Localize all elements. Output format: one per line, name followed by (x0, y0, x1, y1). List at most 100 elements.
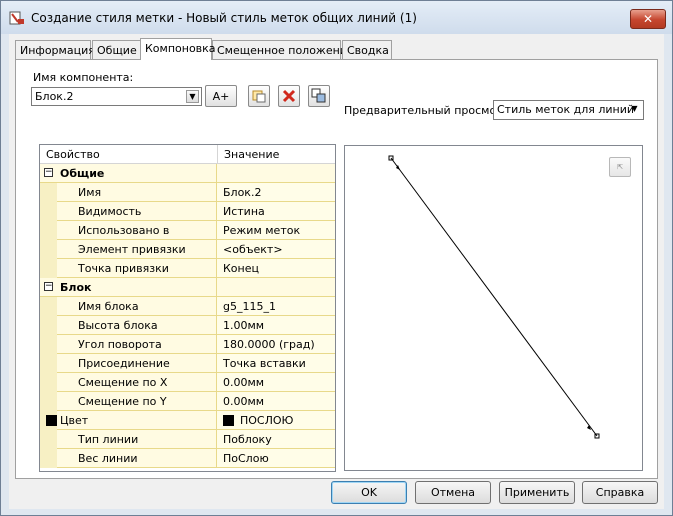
property-category-row[interactable]: − Блок (40, 278, 335, 297)
row-gutter (40, 221, 57, 240)
draw-order-icon (311, 88, 326, 103)
row-gutter (40, 297, 57, 316)
property-value: 180.0000 (град) (223, 338, 315, 351)
apply-button[interactable]: Применить (499, 481, 575, 504)
title-bar[interactable]: Создание стиля метки - Новый стиль меток… (1, 1, 672, 34)
layout-tab-panel: Имя компонента: Блок.2 ▼ A+ Свойство Зна… (15, 59, 658, 479)
collapse-icon[interactable]: − (44, 168, 53, 177)
tab-summary[interactable]: Сводка (342, 40, 392, 59)
window-title: Создание стиля метки - Новый стиль меток… (31, 11, 417, 25)
property-row[interactable]: Смещение по Y 0.00мм (40, 392, 335, 411)
text-add-icon: A+ (212, 90, 230, 103)
tab-offset-position[interactable]: Смещенное положение (212, 40, 354, 59)
property-value: Точка вставки (223, 357, 306, 370)
row-gutter (40, 183, 57, 202)
property-row[interactable]: Использовано в Режим меток (40, 221, 335, 240)
property-row[interactable]: Имя Блок.2 (40, 183, 335, 202)
preview-line (390, 157, 598, 437)
property-value: <объект> (223, 243, 283, 256)
property-value: ПОСЛОЮ (240, 414, 294, 427)
property-row[interactable]: Элемент привязки <объект> (40, 240, 335, 259)
copy-component-icon (252, 90, 266, 103)
property-value: 0.00мм (223, 376, 265, 389)
help-button[interactable]: Справка (582, 481, 658, 504)
property-row[interactable]: Смещение по X 0.00мм (40, 373, 335, 392)
row-gutter (40, 316, 57, 335)
property-name: Вес линии (78, 452, 138, 465)
row-gutter (40, 373, 57, 392)
property-name-cell[interactable] (40, 183, 217, 202)
property-name: Имя блока (78, 300, 139, 313)
property-name: Высота блока (78, 319, 158, 332)
property-row[interactable]: Тип линии Поблоку (40, 430, 335, 449)
row-gutter (40, 259, 57, 278)
tab-general[interactable]: Общие (92, 40, 141, 59)
property-row[interactable]: Точка привязки Конец (40, 259, 335, 278)
draw-order-button[interactable] (308, 85, 330, 107)
tab-info[interactable]: Информация (15, 40, 95, 59)
property-name: Использовано в (78, 224, 170, 237)
dialog-client: Информация Общие Компоновка Смещенное по… (9, 34, 664, 509)
component-name-label: Имя компонента: (33, 71, 134, 84)
property-value: Режим меток (223, 224, 301, 237)
property-name: Смещение по X (78, 376, 168, 389)
preview-pane[interactable]: ⇱ (344, 145, 643, 471)
property-row[interactable]: Имя блока g5_115_1 (40, 297, 335, 316)
app-icon (9, 11, 24, 25)
preview-drawing (388, 155, 600, 439)
chevron-down-icon: ▼ (631, 104, 638, 113)
property-row[interactable]: Видимость Истина (40, 202, 335, 221)
component-name-select[interactable]: Блок.2 ▼ (31, 87, 202, 106)
property-name: Видимость (78, 205, 142, 218)
row-gutter (40, 430, 57, 449)
property-name: Угол поворота (78, 338, 162, 351)
ok-button[interactable]: OK (331, 481, 407, 504)
property-value: 1.00мм (223, 319, 265, 332)
property-value: Конец (223, 262, 259, 275)
column-value[interactable]: Значение (224, 148, 279, 161)
property-name: Тип линии (78, 433, 139, 446)
row-gutter (40, 335, 57, 354)
row-gutter (40, 240, 57, 259)
column-property[interactable]: Свойство (46, 148, 100, 161)
close-button[interactable]: ✕ (630, 9, 666, 29)
delete-icon (282, 89, 296, 103)
property-name: Точка привязки (78, 262, 169, 275)
property-category-row[interactable]: − Общие (40, 164, 335, 183)
preview-mode-value: Стиль меток для линий (497, 103, 635, 116)
property-value: Блок.2 (223, 186, 262, 199)
property-value: 0.00мм (223, 395, 265, 408)
property-value: Поблоку (223, 433, 272, 446)
property-row[interactable]: Цвет ПОСЛОЮ (40, 411, 335, 430)
preview-mode-select[interactable]: Стиль меток для линий ▼ (493, 100, 644, 120)
dialog-window: Создание стиля метки - Новый стиль меток… (0, 0, 673, 516)
property-value: Истина (223, 205, 265, 218)
tab-layout[interactable]: Компоновка (140, 38, 216, 60)
property-value-cell[interactable] (217, 164, 335, 183)
row-gutter (40, 449, 57, 468)
property-value: ПоСлою (223, 452, 269, 465)
add-component-button[interactable]: A+ (205, 85, 237, 107)
row-gutter (40, 392, 57, 411)
property-grid-header: Свойство Значение (40, 145, 335, 164)
column-separator[interactable] (217, 145, 218, 163)
collapse-icon[interactable]: − (44, 282, 53, 291)
property-name: Имя (78, 186, 102, 199)
preview-label: Предварительный просмотр (344, 104, 510, 117)
chevron-down-icon: ▼ (186, 90, 199, 103)
property-name: Смещение по Y (78, 395, 167, 408)
property-row[interactable]: Высота блока 1.00мм (40, 316, 335, 335)
color-swatch-icon (46, 415, 57, 426)
property-row[interactable]: Вес линии ПоСлою (40, 449, 335, 468)
property-row[interactable]: Угол поворота 180.0000 (град) (40, 335, 335, 354)
property-value-cell[interactable] (217, 278, 335, 297)
property-name: Присоединение (78, 357, 170, 370)
delete-component-button[interactable] (278, 85, 300, 107)
cancel-button[interactable]: Отмена (415, 481, 491, 504)
property-name: Цвет (60, 414, 89, 427)
copy-component-button[interactable] (248, 85, 270, 107)
property-name: Общие (60, 167, 105, 180)
property-row[interactable]: Присоединение Точка вставки (40, 354, 335, 373)
property-grid[interactable]: Свойство Значение − Общие Имя Блок.2 Видимос… (39, 144, 336, 472)
property-name: Элемент привязки (78, 243, 186, 256)
